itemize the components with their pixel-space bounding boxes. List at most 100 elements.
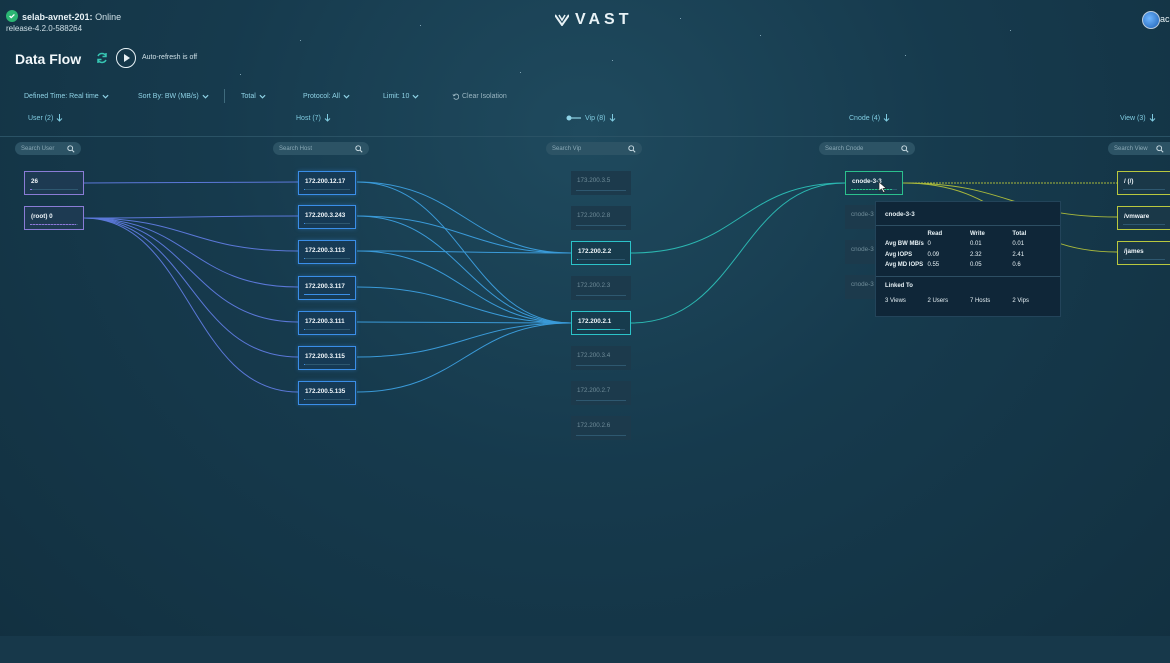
flow-line — [83, 215, 299, 219]
cnode-node[interactable]: cnode-3-3 — [845, 171, 903, 195]
linked-to-row: 3 Views 2 Users 7 Hosts 2 Vips — [885, 298, 1051, 304]
node-label: 172.200.2.6 — [577, 422, 611, 429]
node-label: 172.200.2.2 — [578, 248, 612, 255]
node-label: 172.200.3.115 — [305, 353, 345, 360]
node-label: 172.200.5.135 — [305, 388, 346, 395]
view-node[interactable]: /james — [1117, 241, 1170, 265]
vip-node[interactable]: 172.200.3.4 — [571, 346, 631, 370]
host-node[interactable]: 172.200.3.117 — [298, 276, 356, 300]
node-label: 172.200.3.4 — [577, 352, 611, 359]
flow-line — [356, 215, 572, 324]
tooltip-cell: 0.01 — [1012, 241, 1025, 247]
vip-node[interactable]: 172.200.2.7 — [571, 381, 631, 405]
tooltip-cell: Avg IOPS — [885, 252, 913, 258]
bandwidth-bar — [1123, 188, 1165, 190]
node-label: 172.200.12.17 — [305, 178, 346, 185]
cnode-node[interactable]: cnode-3 — [845, 205, 875, 229]
vip-node[interactable]: 172.200.2.1 — [571, 311, 631, 335]
cnode-tooltip: cnode-3-3 Read Write Total Avg BW MB/s 0… — [875, 201, 1061, 317]
vip-node[interactable]: 172.200.2.2 — [571, 241, 631, 265]
vip-node[interactable]: 173.200.3.5 — [571, 171, 631, 195]
bandwidth-bar — [576, 434, 626, 436]
host-node[interactable]: 172.200.5.135 — [298, 381, 356, 405]
bandwidth-bar — [576, 399, 626, 401]
flow-line — [630, 182, 846, 324]
user-node[interactable]: (root) 0 — [24, 206, 84, 230]
vip-node[interactable]: 172.200.2.3 — [571, 276, 631, 300]
node-label: /vmware — [1124, 213, 1150, 220]
vip-node[interactable]: 172.200.2.6 — [571, 416, 631, 440]
tooltip-title: cnode-3-3 — [885, 211, 915, 218]
linked-to-label: Linked To — [885, 283, 913, 289]
tooltip-cell: 2.32 — [969, 252, 982, 258]
tooltip-row: Avg BW MB/s 0 0.01 0.01 — [885, 241, 1051, 247]
bandwidth-bar — [304, 222, 350, 224]
tooltip-cell: 2.41 — [1012, 252, 1025, 258]
host-node[interactable]: 172.200.3.115 — [298, 346, 356, 370]
footer-band — [0, 636, 1170, 663]
tooltip-cell: 0 — [927, 241, 931, 247]
flow-line — [83, 217, 299, 288]
tooltip-header-row: Read Write Total — [885, 231, 1051, 237]
host-node[interactable]: 172.200.3.111 — [298, 311, 356, 335]
bandwidth-bar — [1123, 223, 1165, 225]
bandwidth-bar — [304, 188, 350, 190]
node-label: cnode-3 — [851, 246, 874, 253]
tooltip-divider — [876, 225, 1060, 226]
host-node[interactable]: 172.200.12.17 — [298, 171, 356, 195]
tooltip-cell: 0.05 — [969, 262, 982, 268]
node-label: 172.200.2.8 — [577, 212, 611, 219]
node-label: 172.200.2.1 — [578, 318, 612, 325]
vip-node[interactable]: 172.200.2.8 — [571, 206, 631, 230]
tooltip-cell: 0.6 — [1012, 262, 1021, 268]
flow-line — [356, 250, 572, 324]
tooltip-header: Read — [927, 231, 943, 237]
bandwidth-bar — [576, 224, 626, 226]
node-label: 172.200.3.243 — [305, 212, 346, 219]
linked-count: 7 Hosts — [969, 298, 991, 304]
bandwidth-bar — [304, 328, 350, 330]
tooltip-cell: Avg MD IOPS — [885, 262, 924, 268]
bandwidth-bar — [577, 328, 625, 330]
flow-line — [356, 321, 572, 324]
node-label: 172.200.3.113 — [305, 247, 345, 254]
node-label: 172.200.3.111 — [305, 318, 345, 325]
node-label: cnode-3 — [851, 281, 874, 288]
flow-line — [356, 215, 572, 254]
tooltip-row: Avg MD IOPS 0.55 0.05 0.6 — [885, 262, 1051, 268]
bandwidth-bar — [1123, 258, 1165, 260]
tooltip-cell: 0.09 — [927, 252, 940, 258]
host-node[interactable]: 172.200.3.243 — [298, 205, 356, 229]
linked-count: 2 Vips — [1012, 298, 1029, 304]
bandwidth-bar — [851, 188, 897, 190]
bandwidth-bar — [576, 189, 626, 191]
flow-line — [356, 322, 572, 358]
node-label: cnode-3 — [851, 211, 874, 218]
bandwidth-bar — [576, 294, 626, 296]
node-label: / (/) — [1124, 178, 1134, 185]
view-node[interactable]: /vmware — [1117, 206, 1170, 230]
view-node[interactable]: / (/) — [1117, 171, 1170, 195]
node-label: 173.200.3.5 — [577, 177, 611, 184]
flow-line — [83, 181, 299, 184]
node-label: /james — [1124, 248, 1144, 255]
host-node[interactable]: 172.200.3.113 — [298, 240, 356, 264]
bandwidth-bar — [304, 257, 350, 259]
bandwidth-bar — [304, 398, 350, 400]
flow-line — [630, 182, 846, 254]
bandwidth-bar — [304, 363, 350, 365]
bandwidth-bar — [30, 223, 78, 225]
tooltip-header — [885, 231, 927, 237]
node-label: 26 — [31, 178, 39, 185]
tooltip-cell: 0.01 — [969, 241, 982, 247]
tooltip-header: Total — [1012, 231, 1027, 237]
cnode-node[interactable]: cnode-3 — [845, 240, 875, 264]
node-label: (root) 0 — [31, 213, 53, 220]
cnode-node[interactable]: cnode-3 — [845, 275, 875, 299]
user-node[interactable]: 26 — [24, 171, 84, 195]
flow-line — [356, 322, 572, 393]
node-label: 172.200.2.7 — [577, 387, 611, 394]
flow-line — [83, 217, 299, 358]
tooltip-cell: 0.55 — [927, 262, 940, 268]
linked-to-title: Linked To — [885, 283, 1051, 289]
